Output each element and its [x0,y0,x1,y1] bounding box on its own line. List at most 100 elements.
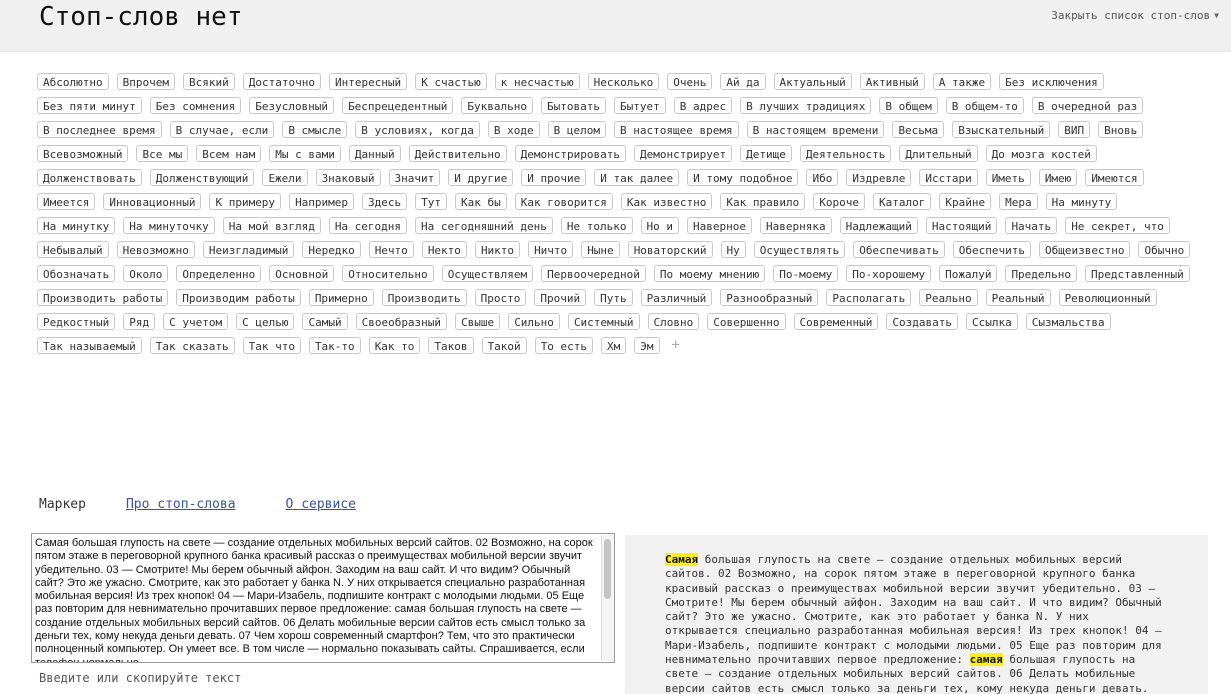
stop-word-chip[interactable]: Имею [1038,169,1078,186]
stop-word-chip[interactable]: Создавать [886,313,958,330]
stop-word-chip[interactable]: Около [123,265,169,282]
stop-word-chip[interactable]: Всевозможный [37,145,129,162]
close-stopwords-link[interactable]: Закрыть список стоп-слов ▼ [1051,9,1219,22]
stop-word-chip[interactable]: Нечто [368,241,414,258]
stop-word-chip[interactable]: На сегодняшний день [415,217,553,234]
stop-word-chip[interactable]: Своеобразный [355,313,448,330]
stop-word-chip[interactable]: Редкостный [37,313,116,330]
stop-word-chip[interactable]: Вновь [1098,121,1144,138]
about-stopwords-link[interactable]: Про стоп-слова [126,497,236,512]
stop-word-chip[interactable]: Здесь [362,193,408,210]
stop-word-chip[interactable]: На минуточку [123,217,215,234]
stop-word-chip[interactable]: Примерно [308,289,374,306]
stop-word-chip[interactable]: Осуществлять [753,241,846,258]
stop-word-chip[interactable]: Несколько [587,73,660,90]
stop-word-chip[interactable]: Крайне [939,193,992,210]
stop-word-chip[interactable]: По-хорошему [846,265,932,282]
stop-word-chip[interactable]: Свыше [455,313,501,330]
stop-word-chip[interactable]: Первоочередной [541,265,646,282]
stop-word-chip[interactable]: Как говорится [514,193,613,210]
stop-word-chip[interactable]: Ну [720,241,746,258]
stop-word-chip[interactable]: На мой взгляд [222,217,321,234]
stop-word-chip[interactable]: Всякий [182,73,235,90]
stop-word-chip[interactable]: В смысле [282,121,348,138]
stop-word-chip[interactable]: Наверное [687,217,752,234]
stop-word-chip[interactable]: Значит [388,169,441,186]
stop-word-chip[interactable]: Революционный [1058,289,1157,306]
stop-word-chip[interactable]: С учетом [163,313,229,330]
stop-word-chip[interactable]: Беспрецедентный [342,97,454,114]
stop-word-chip[interactable]: Демонстрировать [514,145,627,162]
stop-word-chip[interactable]: То есть [534,337,594,354]
stop-word-chip[interactable]: Например [289,193,355,210]
stop-word-chip[interactable]: По моему мнению [653,265,766,282]
stop-word-chip[interactable]: Эм [634,337,660,354]
stop-word-chip[interactable]: Имеются [1085,169,1144,186]
scrollbar-thumb[interactable] [604,539,611,599]
stop-word-chip[interactable]: Без пяти минут [37,97,142,114]
stop-word-chip[interactable]: Короче [813,193,865,210]
stop-word-chip[interactable]: Наверняка [759,217,832,234]
about-service-link[interactable]: О сервисе [286,497,356,512]
stop-word-chip[interactable]: Определенно [176,265,262,282]
stop-word-chip[interactable]: Знаковый [315,169,381,186]
stop-word-chip[interactable]: Исстари [919,169,978,186]
stop-word-chip[interactable]: Как бы [455,193,507,210]
stop-word-chip[interactable]: Достаточно [242,73,321,90]
stop-word-chip[interactable]: Ныне [581,241,620,258]
stop-word-chip[interactable]: Ай да [720,73,766,90]
stop-word-chip[interactable]: На сегодня [328,217,408,234]
stop-word-chip[interactable]: Прочий [534,289,587,306]
stop-word-chip[interactable]: Невозможно [116,241,195,258]
stop-word-chip[interactable]: Производить работы [37,289,169,306]
stop-word-chip[interactable]: Весьма [892,121,945,138]
stop-word-chip[interactable]: Предельно [1005,265,1078,282]
stop-word-chip[interactable]: И так далее [594,169,680,186]
stop-word-chip[interactable]: Нередко [302,241,361,258]
stop-word-chip[interactable]: Новаторский [627,241,713,258]
stop-word-chip[interactable]: Мера [999,193,1038,210]
stop-word-chip[interactable]: Обозначать [37,265,116,282]
stop-word-chip[interactable]: И другие [448,169,514,186]
stop-word-chip[interactable]: Ежели [262,169,308,186]
input-scrollbar[interactable] [601,535,614,661]
stop-word-chip[interactable]: И тому подобное [687,169,799,186]
stop-word-chip[interactable]: Самый [302,313,348,330]
stop-word-chip[interactable]: Как правило [720,193,806,210]
stop-word-chip[interactable]: Ссылка [966,313,1018,330]
stop-word-chip[interactable]: Обеспечить [952,241,1031,258]
stop-word-chip[interactable]: В лучших традициях [740,97,872,114]
stop-word-chip[interactable]: Длительный [899,145,978,162]
stop-word-chip[interactable]: Ничто [528,241,574,258]
stop-word-chip[interactable]: Долженствующий [149,169,255,186]
stop-word-chip[interactable]: Производить [381,289,467,306]
stop-word-chip[interactable]: По-моему [773,265,839,282]
stop-word-chip[interactable]: Долженствовать [37,169,142,186]
stop-word-chip[interactable]: В целом [547,121,606,138]
stop-word-chip[interactable]: Активный [859,73,925,90]
stop-word-chip[interactable]: Без исключения [999,73,1104,90]
stop-word-chip[interactable]: Так сказать [149,337,235,354]
stop-word-chip[interactable]: В адрес [673,97,733,114]
stop-word-chip[interactable]: Осуществляем [441,265,534,282]
stop-word-chip[interactable]: Тут [415,193,448,210]
stop-word-chip[interactable]: Просто [474,289,527,306]
stop-word-chip[interactable]: к несчастью [494,73,580,90]
stop-word-chip[interactable]: Мы с вами [269,145,341,162]
stop-word-chip[interactable]: Интересный [328,73,408,90]
stop-word-chip[interactable]: В последнее время [37,121,162,138]
stop-word-chip[interactable]: Некто [421,241,467,258]
stop-word-chip[interactable]: Путь [594,289,633,306]
stop-word-chip[interactable]: Безусловный [249,97,335,114]
stop-word-chip[interactable]: В очередной раз [1031,97,1144,114]
stop-word-chip[interactable]: Имеется [37,193,96,210]
stop-word-chip[interactable]: Актуальный [773,73,852,90]
stop-word-chip[interactable]: Небывалый [37,241,109,258]
stop-word-chip[interactable]: Представленный [1085,265,1190,282]
stop-word-chip[interactable]: Сильно [508,313,560,330]
stop-word-chip[interactable]: С целью [236,313,295,330]
stop-word-chip[interactable]: В общем-то [945,97,1024,114]
stop-word-chip[interactable]: Все мы [136,145,189,162]
stop-word-chip[interactable]: В случае, если [169,121,275,138]
stop-word-chip[interactable]: Демонстрирует [634,145,733,162]
